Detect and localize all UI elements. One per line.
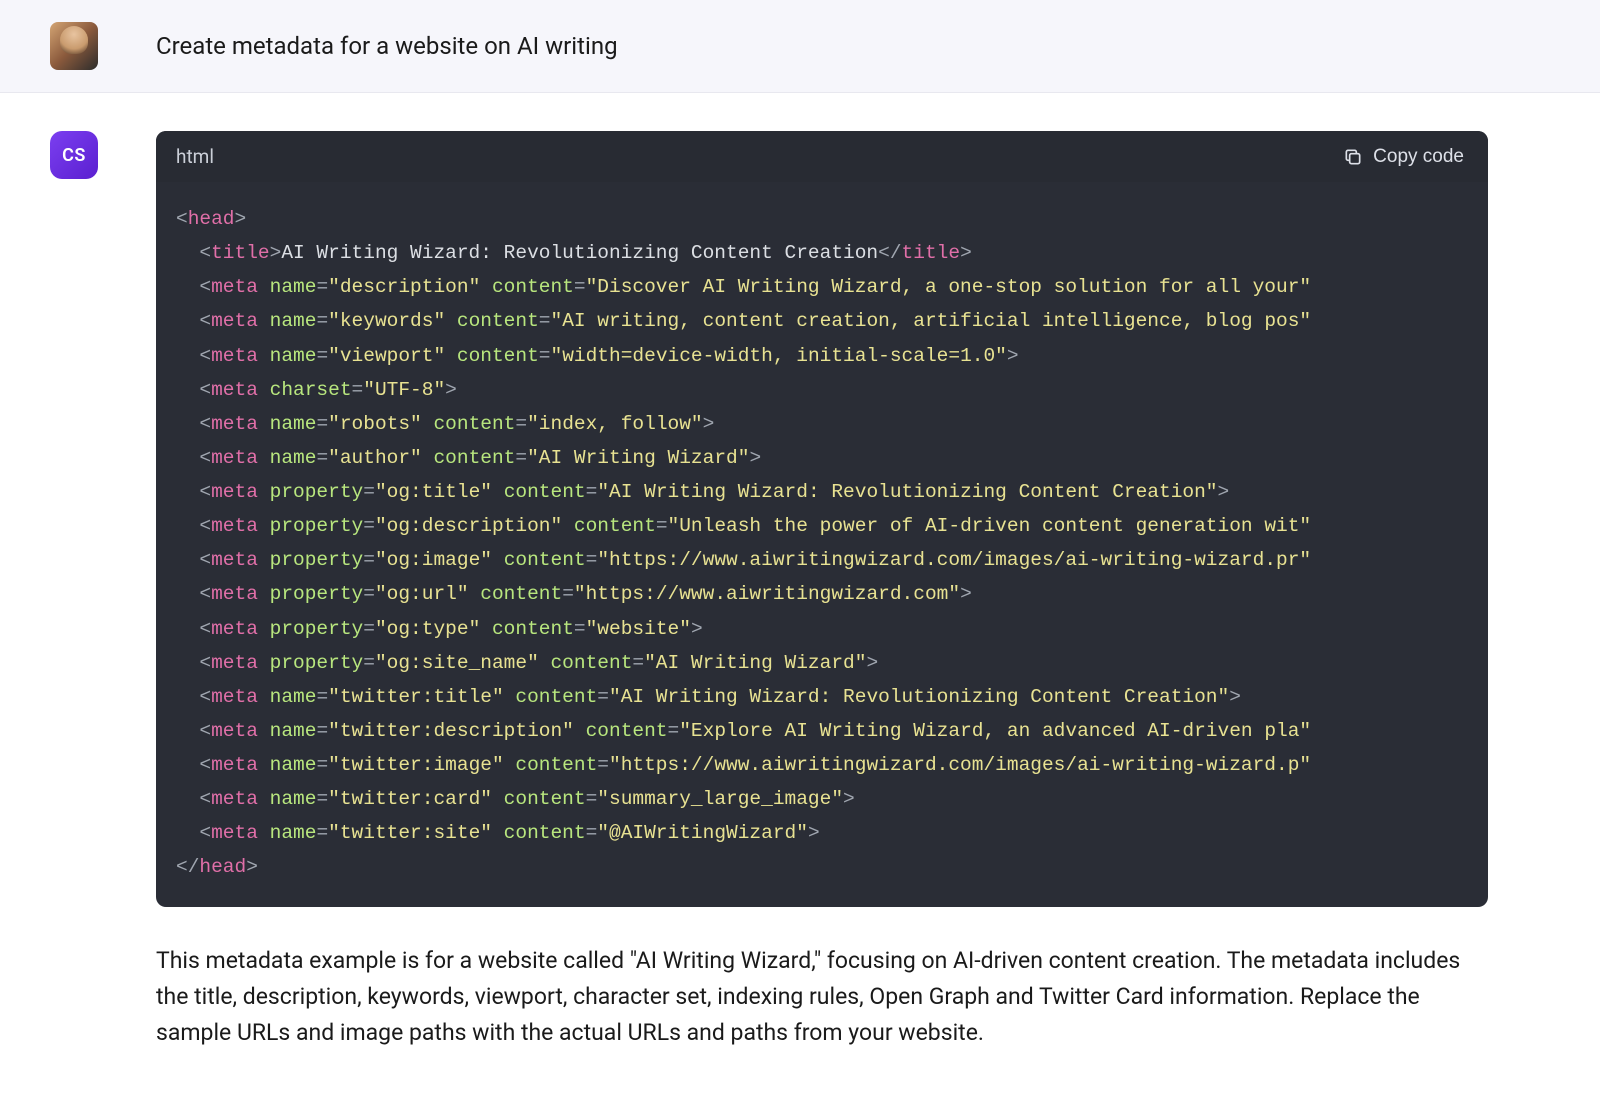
assistant-avatar: CS <box>50 131 98 179</box>
copy-icon <box>1343 147 1363 167</box>
code-body[interactable]: <head> <title>AI Writing Wizard: Revolut… <box>156 182 1488 907</box>
assistant-content: html Copy code <head> <title>AI Writing … <box>156 131 1488 1051</box>
copy-code-label: Copy code <box>1373 146 1464 168</box>
assistant-message-row: CS html Copy code <head> <title>AI Writi… <box>0 93 1600 1051</box>
user-prompt-text: Create metadata for a website on AI writ… <box>156 32 618 60</box>
copy-code-button[interactable]: Copy code <box>1343 146 1464 168</box>
user-avatar <box>50 22 98 70</box>
code-block: html Copy code <head> <title>AI Writing … <box>156 131 1488 907</box>
assistant-explanation: This metadata example is for a website c… <box>156 943 1488 1052</box>
code-language-label: html <box>176 145 214 168</box>
code-block-header: html Copy code <box>156 131 1488 182</box>
user-message-row: Create metadata for a website on AI writ… <box>0 0 1600 93</box>
